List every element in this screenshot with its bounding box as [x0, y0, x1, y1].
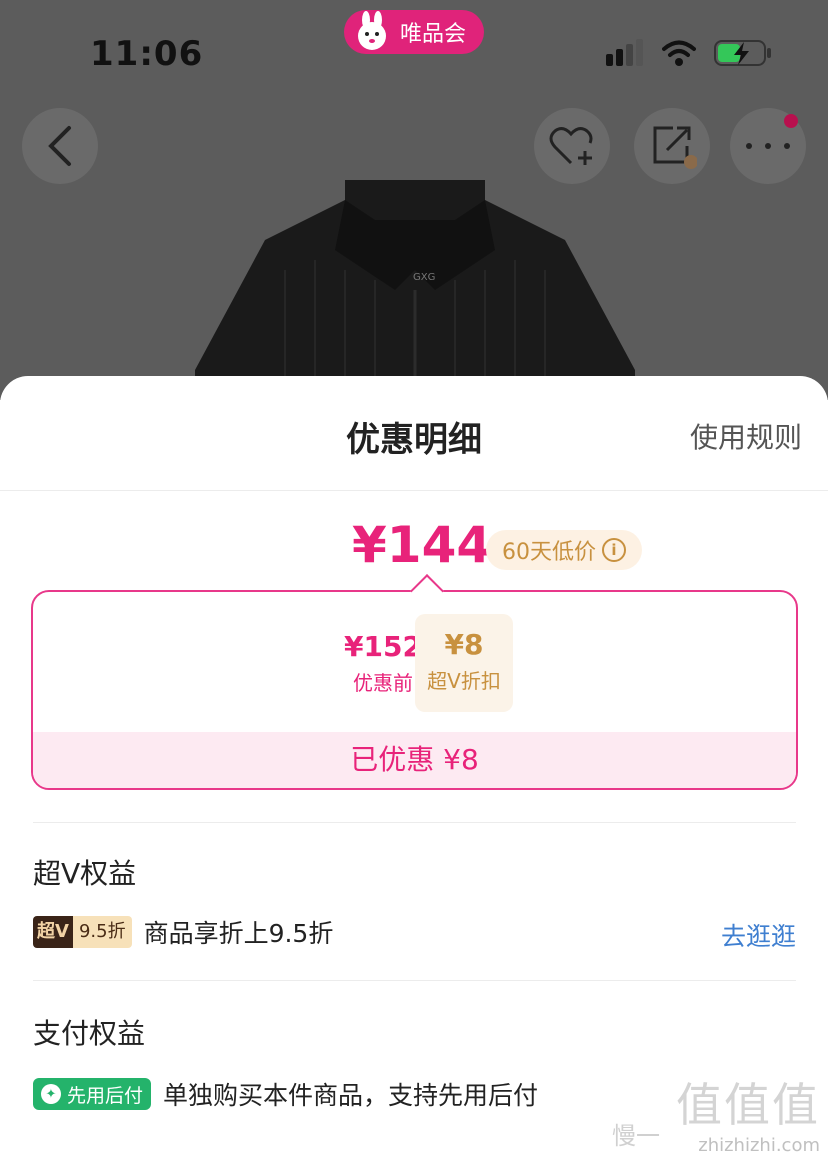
pay-later-tag: ✦ 先用后付 [33, 1078, 152, 1110]
sv-tag-left: 超V [33, 916, 73, 948]
pay-section-title: 支付权益 [33, 1017, 146, 1050]
share-icon [653, 126, 697, 169]
discount-detail-sheet: 优惠明细 使用规则 ¥144 60天低价 i ¥152 优惠前 - ¥8 超V折… [0, 376, 828, 1162]
watermark-small: zhizhizhi.com [698, 1135, 820, 1156]
pay-later-label: 先用后付 [67, 1084, 144, 1107]
low-price-badge[interactable]: 60天低价 i [486, 530, 642, 570]
watermark-left-text: 慢一 [612, 1122, 660, 1150]
status-icons [604, 38, 772, 68]
info-icon: i [602, 538, 626, 562]
battery-charging-icon [714, 40, 771, 66]
watermark: 值值值 zhizhizhi.com [676, 1069, 820, 1156]
status-time: 11:06 [90, 34, 204, 74]
final-price: ¥144 [352, 516, 492, 574]
cellular-signal-icon [606, 39, 643, 66]
low-price-label: 60天低价 [502, 540, 596, 565]
app-indicator-pill[interactable]: 唯品会 [344, 10, 484, 54]
sv-discount-value: ¥8 [444, 628, 484, 661]
divider [0, 490, 828, 491]
back-button[interactable] [22, 108, 98, 184]
pay-benefit-row: ✦ 先用后付 单独购买本件商品，支持先用后付 [33, 1076, 538, 1112]
app-name: 唯品会 [400, 22, 467, 47]
heart-plus-icon [549, 127, 593, 165]
price-calculation-box: ¥152 优惠前 - ¥8 超V折扣 已优惠 ¥8 [31, 574, 798, 790]
usage-rules-link[interactable]: 使用规则 [690, 416, 802, 456]
pay-later-icon: ✦ [41, 1084, 61, 1104]
sv-discount-label: 超V折扣 [427, 669, 501, 693]
divider [33, 822, 796, 823]
notification-dot [784, 114, 798, 128]
more-button[interactable] [730, 108, 806, 184]
sv-discount-tag: 超V 9.5折 [33, 916, 132, 948]
box-notch [410, 574, 444, 608]
wifi-icon [662, 40, 696, 66]
sv-section-title: 超V权益 [33, 857, 137, 890]
saved-amount: 已优惠 ¥8 [33, 732, 796, 788]
watermark-big: 值值值 [676, 1078, 820, 1132]
brand-label: GXG [413, 272, 436, 283]
favorite-button[interactable] [534, 108, 610, 184]
jacket-image [195, 180, 635, 400]
pay-benefit-text: 单独购买本件商品，支持先用后付 [163, 1081, 539, 1110]
sv-discount-item: ¥8 超V折扣 [415, 614, 513, 712]
sv-benefit-text: 商品享折上9.5折 [143, 919, 334, 948]
more-dots-icon [746, 143, 790, 149]
bunny-mascot-icon [358, 11, 386, 50]
divider [33, 980, 796, 981]
browse-link[interactable]: 去逛逛 [721, 917, 796, 953]
chevron-left-icon [48, 126, 71, 166]
sv-benefit-row: 超V 9.5折 商品享折上9.5折 [33, 914, 333, 950]
sv-tag-right: 9.5折 [72, 916, 132, 948]
share-button[interactable] [634, 108, 710, 184]
